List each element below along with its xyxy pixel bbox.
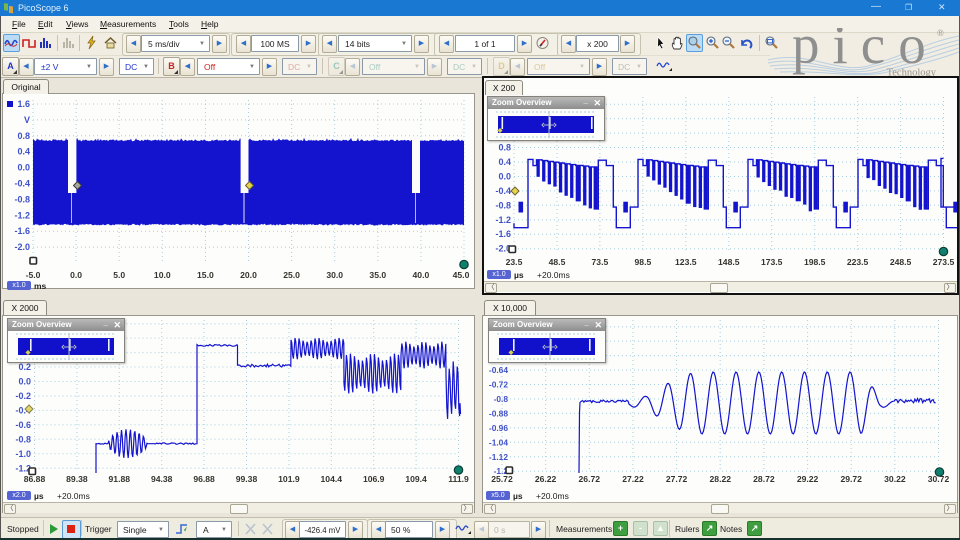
svg-text:-0.96: -0.96: [489, 423, 508, 433]
svg-text:-0.4: -0.4: [495, 186, 511, 196]
svg-text:0.0: 0.0: [17, 163, 30, 173]
svg-text:101.9: 101.9: [278, 474, 300, 484]
svg-text:0.8: 0.8: [498, 143, 511, 153]
svg-text:-0.4: -0.4: [14, 179, 30, 189]
svg-text:45.0: 45.0: [453, 270, 470, 280]
svg-text:73.5: 73.5: [592, 257, 609, 267]
svg-text:198.5: 198.5: [804, 257, 826, 267]
svg-text:25.72: 25.72: [491, 474, 513, 484]
svg-text:89.38: 89.38: [66, 474, 88, 484]
svg-text:-0.72: -0.72: [489, 379, 508, 389]
svg-text:173.5: 173.5: [761, 257, 783, 267]
svg-text:1.6: 1.6: [17, 99, 30, 109]
svg-text:-1.12: -1.12: [489, 452, 508, 462]
svg-text:0.0: 0.0: [18, 377, 31, 387]
svg-text:-0.64: -0.64: [489, 365, 508, 375]
svg-text:28.22: 28.22: [710, 474, 732, 484]
svg-text:26.22: 26.22: [535, 474, 557, 484]
svg-text:-0.8: -0.8: [495, 200, 511, 210]
svg-text:-0.88: -0.88: [489, 408, 508, 418]
svg-text:30.0: 30.0: [326, 270, 343, 280]
svg-text:109.4: 109.4: [405, 474, 427, 484]
svg-text:-1.2: -1.2: [14, 210, 30, 220]
svg-text:27.22: 27.22: [622, 474, 644, 484]
svg-text:91.88: 91.88: [109, 474, 131, 484]
svg-text:40.0: 40.0: [413, 270, 430, 280]
svg-text:0.4: 0.4: [17, 147, 30, 157]
svg-text:148.5: 148.5: [718, 257, 740, 267]
svg-text:-0.8: -0.8: [15, 434, 31, 444]
svg-text:0.8: 0.8: [17, 131, 30, 141]
svg-text:15.0: 15.0: [197, 270, 214, 280]
svg-text:10.0: 10.0: [154, 270, 171, 280]
svg-text:-1.6: -1.6: [14, 226, 30, 236]
svg-text:96.88: 96.88: [193, 474, 215, 484]
svg-text:20.0: 20.0: [240, 270, 257, 280]
svg-text:35.0: 35.0: [369, 270, 386, 280]
svg-text:223.5: 223.5: [847, 257, 869, 267]
svg-text:-5.0: -5.0: [26, 270, 41, 280]
svg-text:111.9: 111.9: [448, 474, 469, 484]
svg-text:26.72: 26.72: [579, 474, 601, 484]
svg-text:94.38: 94.38: [151, 474, 173, 484]
svg-text:V: V: [24, 115, 30, 125]
svg-text:-2.0: -2.0: [14, 242, 30, 252]
svg-text:5.0: 5.0: [113, 270, 125, 280]
svg-text:104.4: 104.4: [321, 474, 343, 484]
svg-text:28.72: 28.72: [753, 474, 775, 484]
svg-text:123.5: 123.5: [675, 257, 697, 267]
svg-text:106.9: 106.9: [363, 474, 385, 484]
svg-text:27.72: 27.72: [666, 474, 688, 484]
svg-text:-0.8: -0.8: [494, 394, 509, 404]
svg-text:86.88: 86.88: [24, 474, 46, 484]
svg-text:29.22: 29.22: [797, 474, 819, 484]
svg-text:0.0: 0.0: [70, 270, 82, 280]
svg-text:48.5: 48.5: [549, 257, 566, 267]
svg-text:23.5: 23.5: [506, 257, 523, 267]
svg-text:98.5: 98.5: [635, 257, 652, 267]
svg-text:30.22: 30.22: [884, 474, 906, 484]
svg-text:®: ®: [937, 28, 944, 38]
svg-text:99.38: 99.38: [236, 474, 258, 484]
svg-text:29.72: 29.72: [840, 474, 862, 484]
svg-text:-1.04: -1.04: [489, 437, 508, 447]
svg-text:273.5: 273.5: [933, 257, 955, 267]
svg-text:-1.0: -1.0: [15, 449, 31, 459]
svg-text:0.0: 0.0: [498, 171, 511, 181]
svg-text:-0.2: -0.2: [15, 391, 31, 401]
svg-text:30.72: 30.72: [928, 474, 950, 484]
svg-text:-1.2: -1.2: [495, 215, 511, 225]
svg-text:-1.6: -1.6: [495, 229, 511, 239]
svg-text:248.5: 248.5: [890, 257, 912, 267]
svg-text:-0.6: -0.6: [15, 420, 31, 430]
svg-text:0.4: 0.4: [498, 157, 511, 167]
svg-text:-0.8: -0.8: [14, 194, 30, 204]
svg-text:0.2: 0.2: [18, 362, 31, 372]
svg-text:25.0: 25.0: [283, 270, 300, 280]
